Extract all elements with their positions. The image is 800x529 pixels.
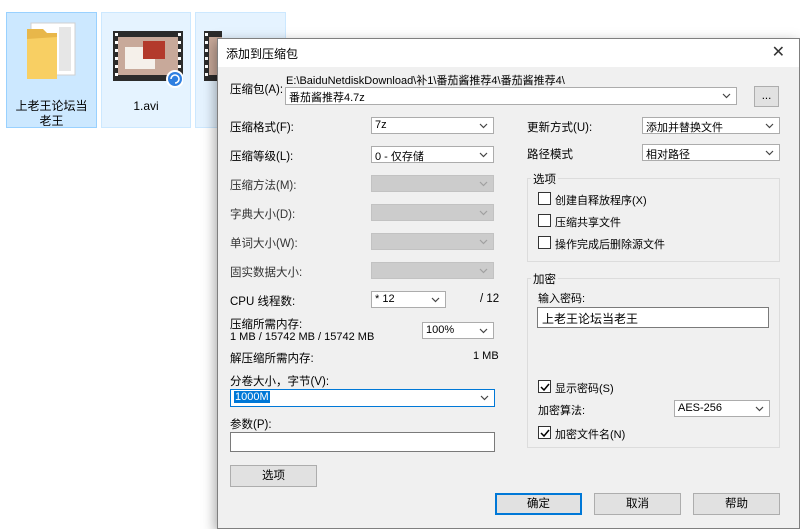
level-value: 0 - 仅存储 — [375, 151, 424, 163]
cpu-max: / 12 — [480, 293, 500, 305]
mem-percent-combo[interactable]: 100% — [422, 322, 494, 339]
video-file-icon — [113, 31, 184, 92]
solid-combo — [371, 262, 494, 279]
show-password-checkbox[interactable] — [538, 380, 551, 393]
archive-name-value: 番茄酱推荐4.7z — [289, 92, 365, 104]
file-name-label: 1.avi — [133, 99, 159, 113]
dialog-title: 添加到压缩包 — [226, 47, 299, 61]
algo-combo[interactable]: AES-256 — [674, 400, 770, 417]
format-combo[interactable]: 7z — [371, 117, 494, 134]
dict-label: 字典大小(D): — [230, 209, 296, 221]
update-label: 更新方式(U): — [527, 122, 593, 134]
file-tile-folder[interactable]: 上老王论坛当老王 — [6, 12, 97, 128]
update-combo[interactable]: 添加并替换文件 — [642, 117, 780, 134]
chevron-down-icon[interactable] — [764, 147, 775, 158]
help-button[interactable]: 帮助 — [693, 493, 780, 515]
chevron-down-icon — [478, 178, 489, 189]
archive-name-combo[interactable]: 番茄酱推荐4.7z — [285, 87, 737, 105]
browse-button[interactable]: ... — [754, 86, 779, 107]
close-icon[interactable]: ✕ — [772, 42, 785, 62]
path-mode-value: 相对路径 — [646, 149, 690, 161]
title-bar: 添加到压缩包 ✕ — [218, 39, 799, 67]
shared-checkbox[interactable] — [538, 214, 551, 227]
encrypt-names-checkbox[interactable] — [538, 426, 551, 439]
cancel-button[interactable]: 取消 — [594, 493, 681, 515]
folder-icon — [23, 19, 81, 86]
add-to-archive-dialog: 添加到压缩包 ✕ 压缩包(A): E:\BaiduNetdiskDownload… — [217, 38, 800, 529]
mem-comp-label: 压缩所需内存: — [230, 319, 303, 331]
chevron-down-icon[interactable] — [478, 149, 489, 160]
word-label: 单词大小(W): — [230, 238, 298, 250]
encrypt-names-label[interactable]: 加密文件名(N) — [555, 426, 625, 442]
cpu-value: * 12 — [375, 293, 395, 305]
encryption-group-label: 加密 — [531, 271, 558, 287]
sfx-checkbox[interactable] — [538, 192, 551, 205]
method-label: 压缩方法(M): — [230, 180, 297, 192]
chevron-down-icon[interactable] — [479, 392, 490, 403]
format-value: 7z — [375, 119, 387, 131]
path-mode-label: 路径模式 — [527, 149, 573, 161]
mem-comp-detail: 1 MB / 15742 MB / 15742 MB — [230, 331, 375, 343]
format-label: 压缩格式(F): — [230, 122, 294, 134]
path-mode-combo[interactable]: 相对路径 — [642, 144, 780, 161]
show-password-label[interactable]: 显示密码(S) — [555, 380, 614, 396]
split-combo[interactable]: 1000M — [230, 389, 495, 407]
method-combo — [371, 175, 494, 192]
algo-label: 加密算法: — [538, 405, 586, 417]
chevron-down-icon — [478, 207, 489, 218]
update-value: 添加并替换文件 — [646, 122, 723, 134]
password-label: 输入密码: — [538, 293, 586, 305]
chevron-down-icon — [478, 236, 489, 247]
split-value: 1000M — [234, 391, 270, 403]
file-tile-video[interactable]: 1.avi — [101, 12, 191, 128]
cpu-label: CPU 线程数: — [230, 296, 296, 308]
chevron-down-icon[interactable] — [478, 120, 489, 131]
chevron-down-icon[interactable] — [478, 325, 489, 336]
password-input[interactable]: 上老王论坛当老王 — [537, 307, 769, 328]
ok-button[interactable]: 确定 — [495, 493, 582, 515]
archive-path: E:\BaiduNetdiskDownload\补1\番茄酱推荐4\番茄酱推荐4… — [286, 75, 565, 87]
level-combo[interactable]: 0 - 仅存储 — [371, 146, 494, 163]
archive-label: 压缩包(A): — [230, 84, 284, 96]
chevron-down-icon[interactable] — [430, 294, 441, 305]
cpu-combo[interactable]: * 12 — [371, 291, 446, 308]
word-combo — [371, 233, 494, 250]
file-name-label: 上老王论坛当老王 — [15, 99, 88, 128]
level-label: 压缩等级(L): — [230, 151, 294, 163]
options-group-label: 选项 — [531, 171, 558, 187]
solid-label: 固实数据大小: — [230, 267, 303, 279]
chevron-down-icon[interactable] — [721, 90, 732, 101]
sfx-label[interactable]: 创建自释放程序(X) — [555, 192, 647, 208]
algo-value: AES-256 — [678, 402, 723, 414]
mem-percent-value: 100% — [426, 324, 455, 336]
shared-label[interactable]: 压缩共享文件 — [555, 214, 621, 230]
mem-decomp-label: 解压缩所需内存: — [230, 353, 314, 365]
delete-checkbox[interactable] — [538, 236, 551, 249]
params-label: 参数(P): — [230, 419, 272, 431]
mem-decomp-value: 1 MB — [473, 350, 499, 362]
delete-label[interactable]: 操作完成后删除源文件 — [555, 236, 665, 252]
params-input[interactable] — [230, 432, 495, 452]
chevron-down-icon[interactable] — [764, 120, 775, 131]
dict-combo — [371, 204, 494, 221]
chevron-down-icon — [478, 265, 489, 276]
split-label: 分卷大小，字节(V): — [230, 376, 330, 388]
chevron-down-icon[interactable] — [754, 403, 765, 414]
options-button[interactable]: 选项 — [230, 465, 317, 487]
